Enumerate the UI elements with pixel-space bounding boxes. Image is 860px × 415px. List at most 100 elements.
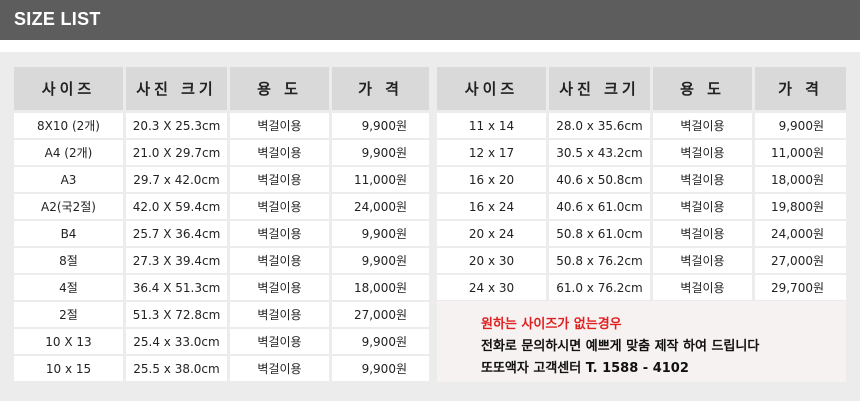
table-row: 2절 51.3 X 72.8cm 벽걸이용 27,000원 — [14, 302, 429, 329]
table-row: 10 x 15 25.5 x 38.0cm 벽걸이용 9,900원 — [14, 356, 429, 383]
cell-photo-size: 28.0 x 35.6cm — [549, 113, 653, 140]
column-header-photo-size: 사진 크기 — [549, 67, 653, 113]
cell-photo-size: 21.0 X 29.7cm — [126, 140, 230, 167]
cell-usage: 벽걸이용 — [230, 302, 332, 329]
table-row: 10 X 13 25.4 x 33.0cm 벽걸이용 9,900원 — [14, 329, 429, 356]
cell-usage: 벽걸이용 — [653, 275, 755, 302]
cell-photo-size: 27.3 X 39.4cm — [126, 248, 230, 275]
cell-price: 9,900원 — [332, 140, 429, 167]
cell-photo-size: 50.8 x 61.0cm — [549, 221, 653, 248]
cell-photo-size: 50.8 x 76.2cm — [549, 248, 653, 275]
cell-photo-size: 25.4 x 33.0cm — [126, 329, 230, 356]
column-header-size: 사이즈 — [14, 67, 126, 113]
table-row: 24 x 30 61.0 x 76.2cm 벽걸이용 29,700원 — [437, 275, 846, 302]
cell-usage: 벽걸이용 — [230, 194, 332, 221]
cell-size: 20 x 30 — [437, 248, 549, 275]
cell-price: 9,900원 — [332, 113, 429, 140]
cell-price: 9,900원 — [332, 248, 429, 275]
table-row: A2(국2절) 42.0 X 59.4cm 벽걸이용 24,000원 — [14, 194, 429, 221]
cell-photo-size: 25.5 x 38.0cm — [126, 356, 230, 383]
cell-price: 18,000원 — [755, 167, 846, 194]
table-header-row: 사이즈 사진 크기 용 도 가 격 — [14, 67, 429, 113]
cell-size: A4 (2개) — [14, 140, 126, 167]
column-header-usage: 용 도 — [230, 67, 332, 113]
cell-price: 24,000원 — [332, 194, 429, 221]
cell-size: 12 x 17 — [437, 140, 549, 167]
table-row: 16 x 20 40.6 x 50.8cm 벽걸이용 18,000원 — [437, 167, 846, 194]
cell-size: A2(국2절) — [14, 194, 126, 221]
cell-photo-size: 36.4 X 51.3cm — [126, 275, 230, 302]
cell-size: 4절 — [14, 275, 126, 302]
cell-size: 8절 — [14, 248, 126, 275]
cell-price: 27,000원 — [755, 248, 846, 275]
custom-size-notice: 원하는 사이즈가 없는경우 전화로 문의하시면 예쁘게 맞춤 제작 하여 드립니… — [437, 301, 846, 382]
cell-price: 11,000원 — [755, 140, 846, 167]
cell-price: 19,800원 — [755, 194, 846, 221]
cell-usage: 벽걸이용 — [653, 194, 755, 221]
cell-usage: 벽걸이용 — [653, 248, 755, 275]
cell-price: 27,000원 — [332, 302, 429, 329]
column-header-price: 가 격 — [332, 67, 429, 113]
cell-price: 11,000원 — [332, 167, 429, 194]
cell-size: 16 x 24 — [437, 194, 549, 221]
header-bar: SIZE LIST — [0, 0, 860, 40]
cell-size: 24 x 30 — [437, 275, 549, 302]
cell-photo-size: 30.5 x 43.2cm — [549, 140, 653, 167]
table-row: B4 25.7 X 36.4cm 벽걸이용 9,900원 — [14, 221, 429, 248]
cell-photo-size: 40.6 x 61.0cm — [549, 194, 653, 221]
cell-size: 20 x 24 — [437, 221, 549, 248]
table-row: 20 x 24 50.8 x 61.0cm 벽걸이용 24,000원 — [437, 221, 846, 248]
cell-size: A3 — [14, 167, 126, 194]
cell-photo-size: 29.7 x 42.0cm — [126, 167, 230, 194]
cell-usage: 벽걸이용 — [653, 140, 755, 167]
table-row: 11 x 14 28.0 x 35.6cm 벽걸이용 9,900원 — [437, 113, 846, 140]
cell-usage: 벽걸이용 — [230, 275, 332, 302]
cell-usage: 벽걸이용 — [230, 167, 332, 194]
size-table-right: 사이즈 사진 크기 용 도 가 격 11 x 14 28.0 x 35.6cm 벽걸… — [437, 67, 846, 302]
cell-usage: 벽걸이용 — [653, 221, 755, 248]
column-header-size: 사이즈 — [437, 67, 549, 113]
cell-photo-size: 61.0 x 76.2cm — [549, 275, 653, 302]
cell-usage: 벽걸이용 — [230, 113, 332, 140]
cell-size: 10 x 15 — [14, 356, 126, 383]
cell-photo-size: 25.7 X 36.4cm — [126, 221, 230, 248]
cell-photo-size: 42.0 X 59.4cm — [126, 194, 230, 221]
notice-phone-line: 또또액자 고객센터 T. 1588 - 4102 — [481, 361, 689, 376]
cell-usage: 벽걸이용 — [653, 113, 755, 140]
table-header-row: 사이즈 사진 크기 용 도 가 격 — [437, 67, 846, 113]
cell-size: 16 x 20 — [437, 167, 549, 194]
table-row: 20 x 30 50.8 x 76.2cm 벽걸이용 27,000원 — [437, 248, 846, 275]
cell-size: 10 X 13 — [14, 329, 126, 356]
cell-price: 9,900원 — [332, 329, 429, 356]
column-header-photo-size: 사진 크기 — [126, 67, 230, 113]
cell-price: 18,000원 — [332, 275, 429, 302]
table-row: 4절 36.4 X 51.3cm 벽걸이용 18,000원 — [14, 275, 429, 302]
table-row: 12 x 17 30.5 x 43.2cm 벽걸이용 11,000원 — [437, 140, 846, 167]
column-header-price: 가 격 — [755, 67, 846, 113]
cell-usage: 벽걸이용 — [653, 167, 755, 194]
cell-price: 24,000원 — [755, 221, 846, 248]
cell-price: 9,900원 — [755, 113, 846, 140]
cell-photo-size: 51.3 X 72.8cm — [126, 302, 230, 329]
cell-size: B4 — [14, 221, 126, 248]
column-header-usage: 용 도 — [653, 67, 755, 113]
cell-size: 11 x 14 — [437, 113, 549, 140]
table-row: 16 x 24 40.6 x 61.0cm 벽걸이용 19,800원 — [437, 194, 846, 221]
cell-usage: 벽걸이용 — [230, 248, 332, 275]
cell-usage: 벽걸이용 — [230, 221, 332, 248]
cell-price: 9,900원 — [332, 221, 429, 248]
cell-usage: 벽걸이용 — [230, 329, 332, 356]
cell-usage: 벽걸이용 — [230, 356, 332, 383]
cell-usage: 벽걸이용 — [230, 140, 332, 167]
cell-photo-size: 40.6 x 50.8cm — [549, 167, 653, 194]
cell-size: 2절 — [14, 302, 126, 329]
table-row: 8X10 (2개) 20.3 X 25.3cm 벽걸이용 9,900원 — [14, 113, 429, 140]
cell-photo-size: 20.3 X 25.3cm — [126, 113, 230, 140]
cell-price: 29,700원 — [755, 275, 846, 302]
table-row: A4 (2개) 21.0 X 29.7cm 벽걸이용 9,900원 — [14, 140, 429, 167]
cell-size: 8X10 (2개) — [14, 113, 126, 140]
notice-contact-text: 전화로 문의하시면 예쁘게 맞춤 제작 하여 드립니다 — [481, 339, 760, 354]
table-row: A3 29.7 x 42.0cm 벽걸이용 11,000원 — [14, 167, 429, 194]
table-row: 8절 27.3 X 39.4cm 벽걸이용 9,900원 — [14, 248, 429, 275]
notice-headline: 원하는 사이즈가 없는경우 — [481, 317, 622, 332]
